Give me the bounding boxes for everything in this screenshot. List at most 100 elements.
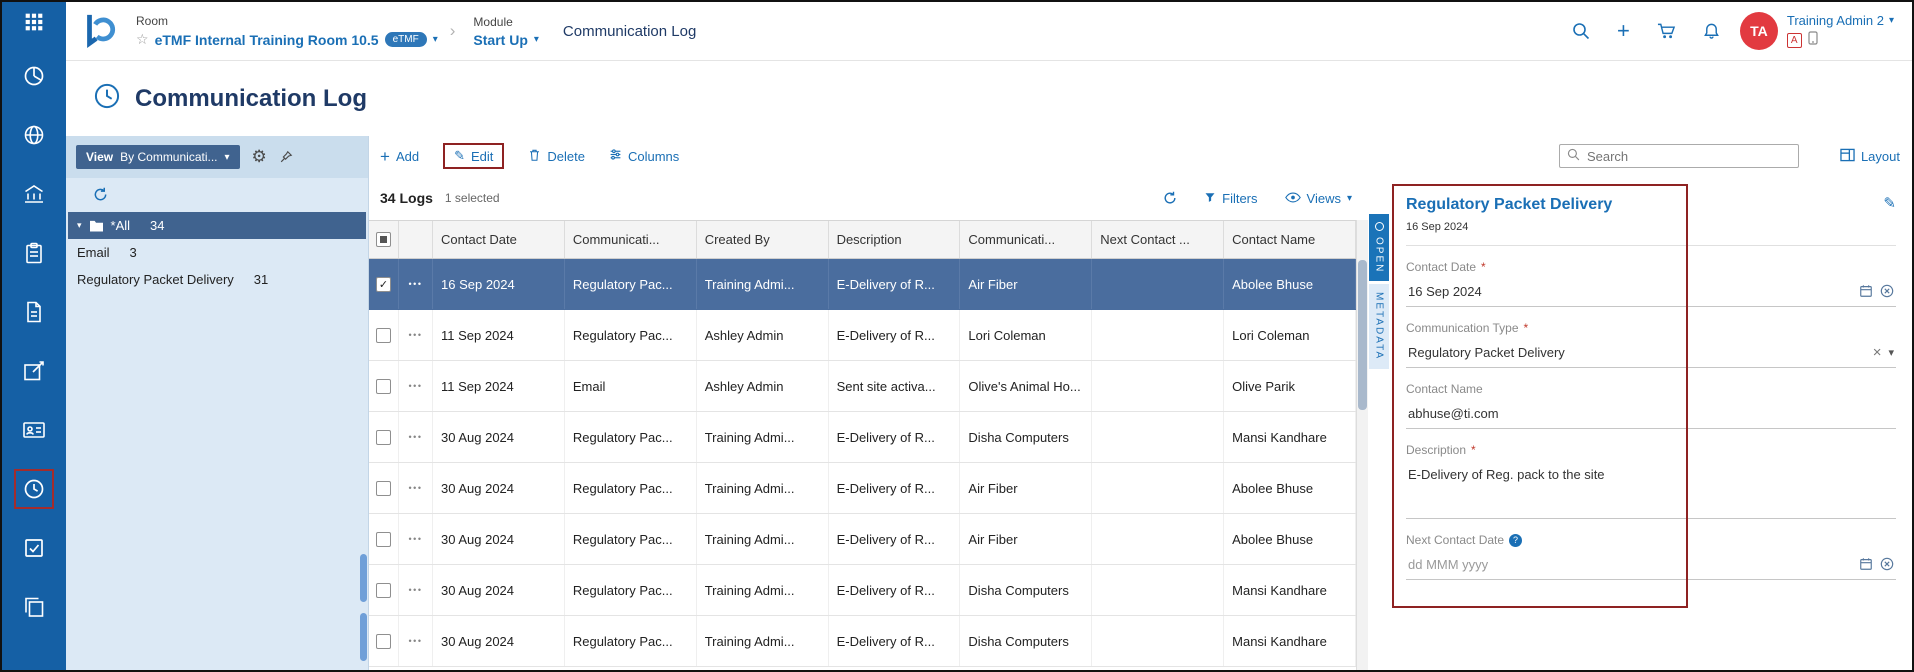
logs-table: Contact Date Communicati... Created By D… <box>369 220 1356 670</box>
panel-scrollbar-thumb[interactable] <box>360 613 367 661</box>
copy-pages-icon[interactable] <box>14 587 54 627</box>
favorite-star-icon[interactable]: ☆ <box>136 31 149 48</box>
communication-log-icon[interactable] <box>14 469 54 509</box>
column-header[interactable]: Contact Name <box>1224 221 1356 258</box>
organization-icon[interactable] <box>14 174 54 214</box>
help-icon[interactable]: ? <box>1509 534 1522 547</box>
row-checkbox[interactable] <box>376 634 391 649</box>
grid-toolbar: 34 Logs 1 selected Filters Vi <box>369 176 1368 220</box>
metadata-label-tab[interactable]: METADATA <box>1369 284 1389 368</box>
cell-communication: Air Fiber <box>960 514 1092 564</box>
table-row[interactable]: ••• 11 Sep 2024 Regulatory Pac... Ashley… <box>369 310 1356 361</box>
row-checkbox[interactable] <box>376 379 391 394</box>
field-input[interactable]: abhuse@ti.com <box>1406 401 1896 429</box>
cell-description: E-Delivery of R... <box>829 463 961 513</box>
row-actions-icon[interactable]: ••• <box>409 432 423 442</box>
row-actions-icon[interactable]: ••• <box>409 585 423 595</box>
cart-icon[interactable] <box>1657 22 1676 40</box>
table-row[interactable]: ••• 30 Aug 2024 Regulatory Pac... Traini… <box>369 565 1356 616</box>
table-header-row: Contact Date Communicati... Created By D… <box>369 221 1356 259</box>
row-actions-icon[interactable]: ••• <box>409 636 423 646</box>
user-avatar[interactable]: TA <box>1740 12 1778 50</box>
row-actions-icon[interactable]: ••• <box>409 381 423 391</box>
clear-x-icon[interactable]: × <box>1873 345 1882 360</box>
table-row[interactable]: ••• 30 Aug 2024 Regulatory Pac... Traini… <box>369 514 1356 565</box>
app-logo[interactable] <box>80 12 118 50</box>
cell-contact-date: 30 Aug 2024 <box>433 616 565 666</box>
view-selector[interactable]: View By Communicati... ▾ <box>76 145 240 169</box>
dashboard-icon[interactable] <box>14 56 54 96</box>
select-all-checkbox[interactable] <box>376 232 391 247</box>
user-menu[interactable]: Training Admin 2 ▾ <box>1787 13 1894 28</box>
room-dropdown-icon[interactable]: ▾ <box>433 34 438 45</box>
grid-search-box[interactable] <box>1559 144 1799 168</box>
tree-item[interactable]: Regulatory Packet Delivery 31 <box>68 266 366 293</box>
gear-icon[interactable]: ⚙ <box>252 147 267 167</box>
row-checkbox[interactable] <box>376 430 391 445</box>
dropdown-chevron-icon[interactable]: ▾ <box>1888 346 1894 359</box>
edit-button[interactable]: ✎ Edit <box>454 148 493 164</box>
globe-icon[interactable] <box>14 115 54 155</box>
table-row[interactable]: ••• 30 Aug 2024 Regulatory Pac... Traini… <box>369 463 1356 514</box>
compose-icon[interactable] <box>14 351 54 391</box>
row-actions-icon[interactable]: ••• <box>409 330 423 340</box>
field-input[interactable]: E-Delivery of Reg. pack to the site <box>1406 462 1896 519</box>
row-actions-icon[interactable]: ••• <box>409 279 423 289</box>
column-header[interactable]: Next Contact ... <box>1092 221 1224 258</box>
field-input[interactable]: dd MMM yyyy <box>1406 552 1896 580</box>
table-scrollbar-thumb[interactable] <box>1358 260 1367 410</box>
pin-icon[interactable] <box>279 150 293 164</box>
column-header[interactable]: Communicati... <box>565 221 697 258</box>
details-edit-pencil-icon[interactable]: ✎ <box>1883 194 1896 212</box>
clear-circle-icon[interactable] <box>1880 284 1894 298</box>
grid-refresh-icon[interactable] <box>1163 191 1177 205</box>
room-name[interactable]: eTMF Internal Training Room 10.5 <box>155 32 379 48</box>
tasks-icon[interactable] <box>14 528 54 568</box>
expander-icon[interactable]: ▾ <box>77 220 82 231</box>
panel-scrollbar-thumb[interactable] <box>360 554 367 602</box>
audit-clipboard-icon[interactable] <box>14 233 54 273</box>
field-input[interactable]: Regulatory Packet Delivery × ▾ <box>1406 340 1896 368</box>
column-header[interactable]: Created By <box>697 221 829 258</box>
row-checkbox[interactable] <box>376 328 391 343</box>
search-input[interactable] <box>1587 149 1791 164</box>
column-header[interactable]: Communicati... <box>960 221 1092 258</box>
calendar-icon[interactable] <box>1859 557 1873 571</box>
search-icon[interactable] <box>1572 22 1590 40</box>
module-name[interactable]: Start Up <box>473 32 527 48</box>
table-row[interactable]: ••• 30 Aug 2024 Regulatory Pac... Traini… <box>369 616 1356 667</box>
add-button[interactable]: + Add <box>380 148 419 165</box>
columns-button[interactable]: Columns <box>609 148 679 164</box>
tree-item[interactable]: Email 3 <box>68 239 366 266</box>
views-button[interactable]: Views ▾ <box>1285 191 1352 206</box>
table-row[interactable]: ••• 30 Aug 2024 Regulatory Pac... Traini… <box>369 412 1356 463</box>
apps-grid-icon[interactable] <box>14 2 54 42</box>
quick-add-icon[interactable]: + <box>1617 20 1630 42</box>
field-input[interactable]: 16 Sep 2024 <box>1406 279 1896 307</box>
row-checkbox[interactable]: ✓ <box>376 277 391 292</box>
row-actions-icon[interactable]: ••• <box>409 534 423 544</box>
documents-icon[interactable] <box>14 292 54 332</box>
clear-circle-icon[interactable] <box>1880 557 1894 571</box>
column-header[interactable]: Description <box>829 221 961 258</box>
layout-button[interactable]: Layout <box>1840 148 1900 165</box>
table-scrollbar[interactable] <box>1356 220 1368 670</box>
calendar-icon[interactable] <box>1859 284 1873 298</box>
delete-button[interactable]: Delete <box>528 148 585 165</box>
contacts-card-icon[interactable] <box>14 410 54 450</box>
table-row[interactable]: ✓ ••• 16 Sep 2024 Regulatory Pac... Trai… <box>369 259 1356 310</box>
filters-button[interactable]: Filters <box>1204 191 1257 206</box>
module-dropdown-icon[interactable]: ▾ <box>534 34 539 45</box>
tree-item[interactable]: ▾ *All 34 <box>68 212 366 239</box>
actions-column-header <box>399 221 433 258</box>
table-row[interactable]: ••• 11 Sep 2024 Email Ashley Admin Sent … <box>369 361 1356 412</box>
row-actions-icon[interactable]: ••• <box>409 483 423 493</box>
field-label: Next Contact Date <box>1406 533 1504 547</box>
row-checkbox[interactable] <box>376 532 391 547</box>
open-metadata-tab[interactable]: OPEN <box>1369 214 1389 281</box>
row-checkbox[interactable] <box>376 481 391 496</box>
panel-refresh-icon[interactable] <box>66 178 368 207</box>
column-header[interactable]: Contact Date <box>433 221 565 258</box>
notifications-bell-icon[interactable] <box>1703 22 1720 40</box>
row-checkbox[interactable] <box>376 583 391 598</box>
